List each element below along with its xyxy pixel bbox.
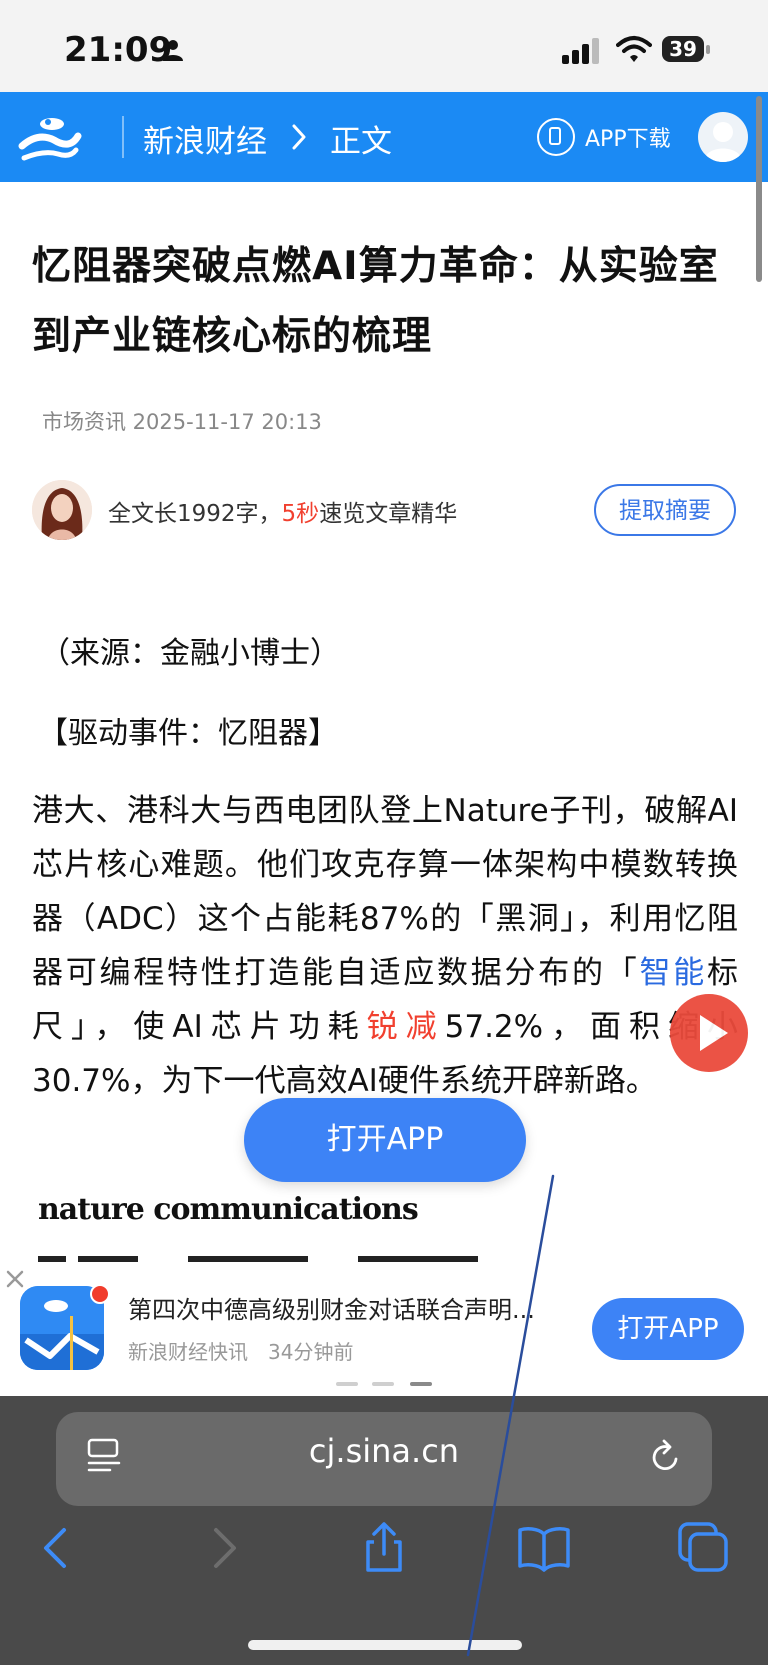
tabs-icon[interactable]: [676, 1520, 732, 1576]
banner-open-app-button[interactable]: 打开APP: [592, 1298, 744, 1360]
app-download-label: APP下载: [585, 127, 671, 152]
notification-dot: [90, 1284, 110, 1304]
article-image-cropped: [38, 1256, 478, 1262]
summary-info: 全文长1992字，5秒速览文章精华: [108, 494, 457, 528]
site-header: 新浪财经 正文 APP下载: [0, 92, 768, 182]
user-silhouette-icon: [704, 122, 742, 162]
banner-news-title[interactable]: 第四次中德高级别财金对话联合声明...: [128, 1290, 560, 1325]
status-bar: 21:09 39: [0, 0, 768, 92]
article-title: 忆阻器突破点燃AI算力革命：从实验室到产业链核心标的梳理: [32, 244, 719, 359]
summary-highlight: 5秒: [281, 501, 320, 527]
summary-suffix: 速览文章精华: [319, 501, 458, 527]
wifi-icon: [616, 36, 652, 62]
home-indicator[interactable]: [248, 1640, 522, 1650]
user-avatar[interactable]: [698, 112, 748, 162]
banner-pager: [336, 1382, 432, 1388]
close-icon[interactable]: [4, 1268, 26, 1290]
article-meta: 市场资讯 2025-11-17 20:13: [42, 410, 322, 434]
banner-news-source: 新浪财经快讯: [128, 1340, 248, 1364]
reload-icon[interactable]: [648, 1437, 684, 1477]
share-icon[interactable]: [356, 1520, 412, 1576]
body-text-red: 锐减: [366, 1009, 445, 1045]
article-body-paragraph: 港大、港科大与西电团队登上Nature子刊，破解AI芯片核心难题。他们攻克存算一…: [32, 784, 738, 1108]
body-text-1: 港大、港科大与西电团队登上Nature子刊，破解AI芯片核心难题。他们攻克存算一…: [32, 793, 738, 991]
breadcrumb-current: 正文: [330, 124, 392, 160]
sina-logo-icon[interactable]: [18, 110, 82, 164]
nature-communications-heading: nature communications: [38, 1192, 419, 1227]
app-download-button[interactable]: APP下载: [537, 114, 671, 160]
phone-icon: [537, 118, 575, 156]
body-link-smart[interactable]: 智能: [640, 955, 708, 991]
header-divider: [122, 116, 124, 158]
battery-level: 39: [662, 36, 704, 62]
banner-news-time: 34分钟前: [268, 1340, 354, 1364]
bookmarks-icon[interactable]: [516, 1520, 572, 1576]
open-app-floating-button[interactable]: 打开APP: [244, 1098, 526, 1182]
summary-prefix: 全文长1992字，: [108, 501, 282, 527]
header-brand-link[interactable]: 新浪财经: [143, 116, 267, 161]
back-icon[interactable]: [30, 1520, 86, 1576]
article-event: 【驱动事件：忆阻器】: [38, 716, 338, 751]
person-icon: [163, 40, 183, 61]
extract-summary-button[interactable]: 提取摘要: [594, 484, 736, 536]
status-time: 21:09: [64, 30, 173, 70]
battery-icon: 39: [662, 36, 710, 64]
page-scrollbar[interactable]: [756, 96, 762, 282]
chevron-right-icon: [292, 124, 306, 150]
ai-assistant-avatar: [32, 480, 92, 540]
forward-icon[interactable]: [194, 1520, 250, 1576]
article-source: （来源：金融小博士）: [40, 636, 340, 671]
audio-play-button[interactable]: [670, 994, 748, 1072]
cellular-signal-icon: [562, 38, 599, 64]
